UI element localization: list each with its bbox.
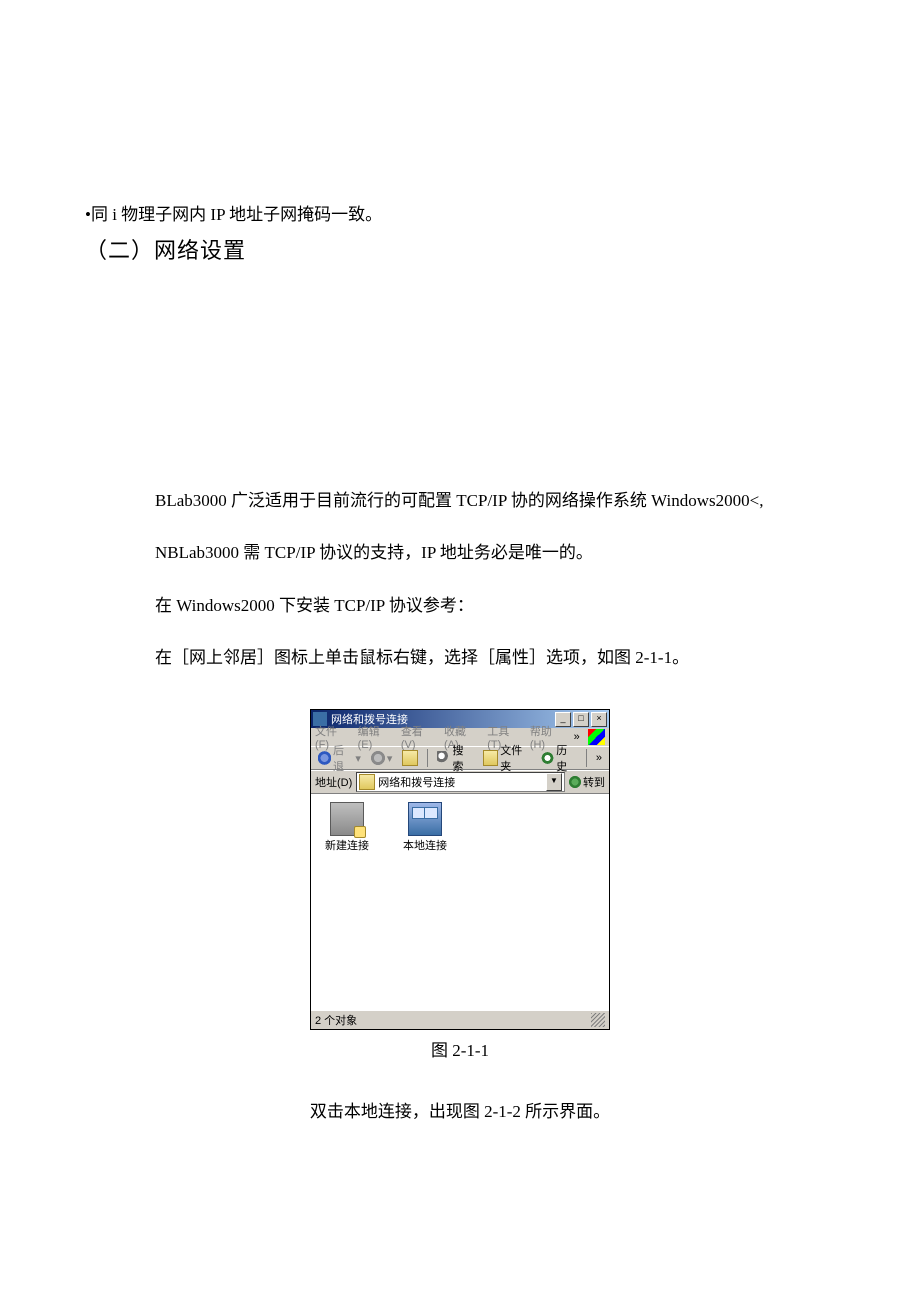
back-label: 后退 xyxy=(333,742,353,774)
paragraph-1: BLab3000 广泛适用于目前流行的可配置 TCP/IP 协的网络操作系统 W… xyxy=(155,485,835,517)
toolbar: 后退 ▾ ▾ 搜索 文件夹 历史 » xyxy=(311,746,609,770)
search-label: 搜索 xyxy=(452,742,473,774)
folders-label: 文件夹 xyxy=(500,742,531,774)
figure-2-1-1: 网络和拨号连接 _ □ × 文件(F) 编辑(E) 查看(V) 收藏(A) 工具… xyxy=(310,709,610,1030)
status-text: 2 个对象 xyxy=(315,1012,357,1028)
network-connections-window: 网络和拨号连接 _ □ × 文件(F) 编辑(E) 查看(V) 收藏(A) 工具… xyxy=(310,709,610,1030)
go-label: 转到 xyxy=(583,774,605,790)
document-page: •同 i 物理子网内 IP 地址子网掩码一致。 （二）网络设置 BLab3000… xyxy=(0,0,920,1301)
back-arrow-icon xyxy=(318,751,331,765)
close-button[interactable]: × xyxy=(591,712,607,727)
bullet-text: •同 i 物理子网内 IP 地址子网掩码一致。 xyxy=(85,200,835,225)
icon-label-lan: 本地连接 xyxy=(395,840,455,853)
paragraph-3: 在 Windows2000 下安装 TCP/IP 协议参考： xyxy=(155,590,835,622)
local-connection-icon xyxy=(408,802,442,836)
history-button[interactable]: 历史 xyxy=(538,741,580,775)
toolbar-overflow[interactable]: » xyxy=(593,751,605,765)
windows-logo-icon xyxy=(588,729,605,745)
section-heading: （二）网络设置 xyxy=(85,233,835,265)
new-connection-icon xyxy=(330,802,364,836)
folder-view[interactable]: 新建连接 本地连接 xyxy=(311,793,609,1010)
up-button[interactable] xyxy=(399,749,421,767)
icon-label-new: 新建连接 xyxy=(317,840,377,853)
address-value: 网络和拨号连接 xyxy=(378,774,543,790)
address-dropdown-button[interactable]: ▼ xyxy=(546,773,562,791)
search-icon xyxy=(437,751,450,765)
icon-new-connection[interactable]: 新建连接 xyxy=(317,802,377,853)
go-button[interactable]: 转到 xyxy=(569,774,605,790)
history-icon xyxy=(541,751,554,765)
figure-caption: 图 2-1-1 xyxy=(85,1036,835,1061)
maximize-button[interactable]: □ xyxy=(573,712,589,727)
address-combo[interactable]: 网络和拨号连接 ▼ xyxy=(356,772,565,792)
paragraph-4: 在［网上邻居］图标上单击鼠标右键，选择［属性］选项，如图 2-1-1。 xyxy=(155,642,835,674)
resize-grip-icon[interactable] xyxy=(591,1013,605,1027)
search-button[interactable]: 搜索 xyxy=(434,741,476,775)
go-arrow-icon xyxy=(569,776,581,788)
forward-arrow-icon xyxy=(371,751,385,765)
icon-local-connection[interactable]: 本地连接 xyxy=(395,802,455,853)
history-label: 历史 xyxy=(556,742,577,774)
paragraph-2: NBLab3000 需 TCP/IP 协议的支持，IP 地址务必是唯一的。 xyxy=(155,537,835,569)
statusbar: 2 个对象 xyxy=(311,1010,609,1029)
folders-button[interactable]: 文件夹 xyxy=(480,741,534,775)
toolbar-separator xyxy=(427,749,428,767)
forward-button[interactable]: ▾ xyxy=(368,750,396,766)
address-bar: 地址(D) 网络和拨号连接 ▼ 转到 xyxy=(311,770,609,793)
up-folder-icon xyxy=(402,750,418,766)
menu-view[interactable]: 查看(V) xyxy=(401,723,436,751)
address-folder-icon xyxy=(359,774,375,790)
back-button[interactable]: 后退 ▾ xyxy=(315,741,364,775)
address-label: 地址(D) xyxy=(315,774,352,790)
folders-icon xyxy=(483,750,498,766)
paragraph-5: 双击本地连接，出现图 2-1-2 所示界面。 xyxy=(85,1097,835,1122)
toolbar-separator-2 xyxy=(586,749,587,767)
